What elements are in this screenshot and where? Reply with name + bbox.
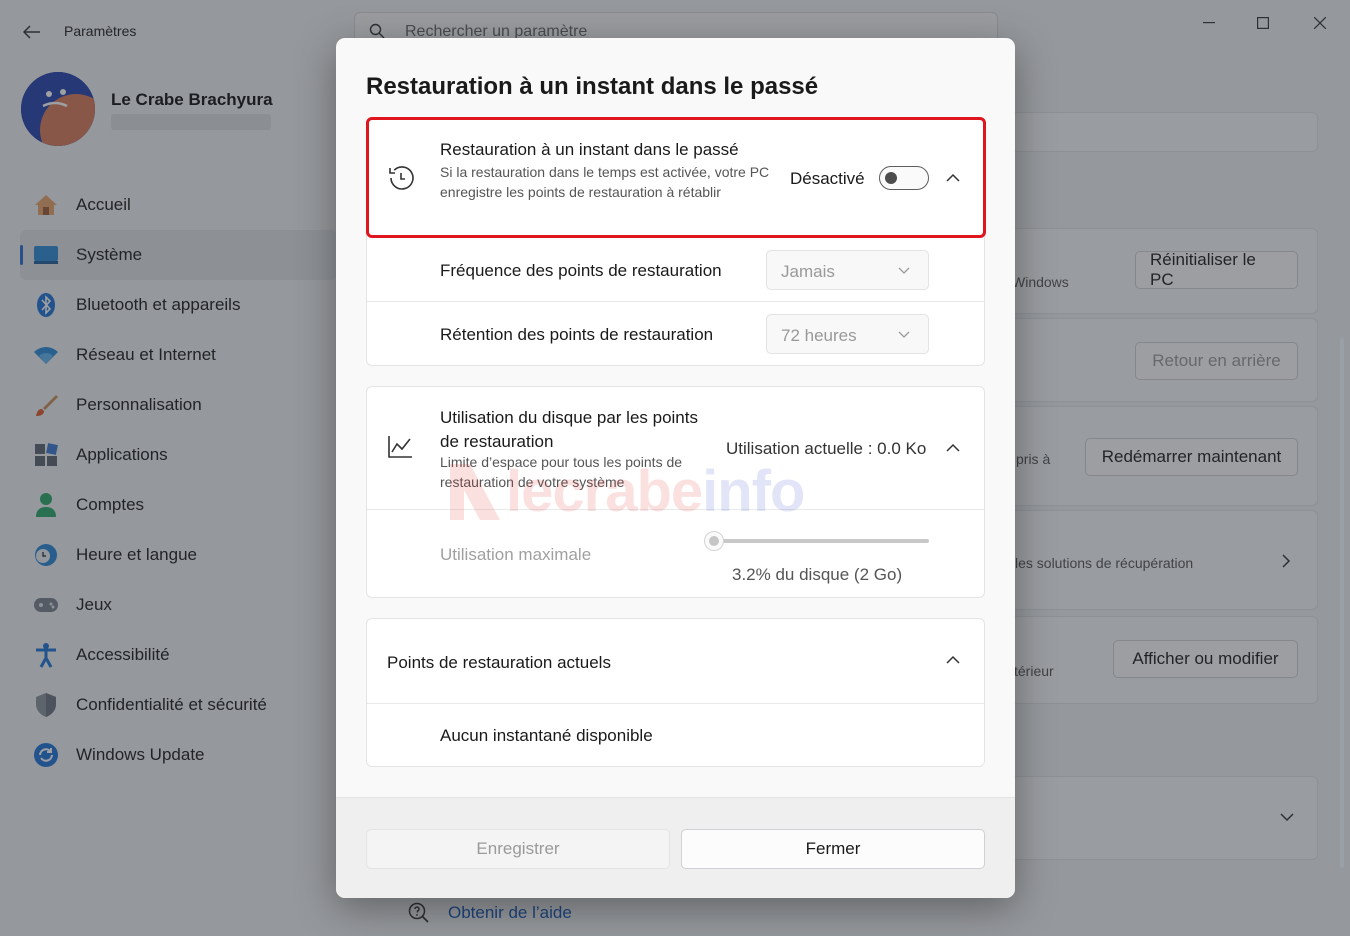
divider [367,301,985,302]
collapse-disk-button[interactable] [943,438,963,458]
retention-value: 72 heures [781,326,857,345]
max-usage-slider-track[interactable] [711,539,929,543]
chevron-up-icon [946,443,960,452]
retention-label: Rétention des points de restauration [440,325,714,344]
chevron-up-icon [946,655,960,664]
save-button[interactable]: Enregistrer [366,829,670,869]
disk-description: Limite d’espace pour tous les points de … [440,454,683,490]
close-button[interactable]: Fermer [681,829,985,869]
points-title: Points de restauration actuels [387,653,611,672]
dialog-footer: Enregistrer Fermer [336,797,1015,898]
chevron-down-icon [894,325,914,345]
frequency-dropdown[interactable]: Jamais [766,250,929,290]
divider [367,509,984,510]
frequency-label: Fréquence des points de restauration [440,261,722,280]
disk-usage-value: Utilisation actuelle : 0.0 Ko [726,439,927,458]
dialog-title: Restauration à un instant dans le passé [366,73,819,100]
red-highlight-frame [366,117,986,238]
scrollbar[interactable] [1340,338,1344,868]
chart-line-icon [388,436,412,458]
restore-dialog: Restauration à un instant dans le passé … [336,38,1015,898]
slider-caption: 3.2% du disque (2 Go) [732,565,903,584]
chevron-down-icon [894,261,914,281]
frequency-value: Jamais [781,262,835,281]
divider [367,703,984,704]
retention-dropdown[interactable]: 72 heures [766,314,929,354]
points-empty-label: Aucun instantané disponible [440,726,653,745]
max-usage-slider-thumb[interactable] [704,531,724,551]
max-usage-label: Utilisation maximale [440,545,592,564]
disk-title: Utilisation du disque par les points de … [440,408,698,451]
collapse-points-button[interactable] [943,650,963,670]
